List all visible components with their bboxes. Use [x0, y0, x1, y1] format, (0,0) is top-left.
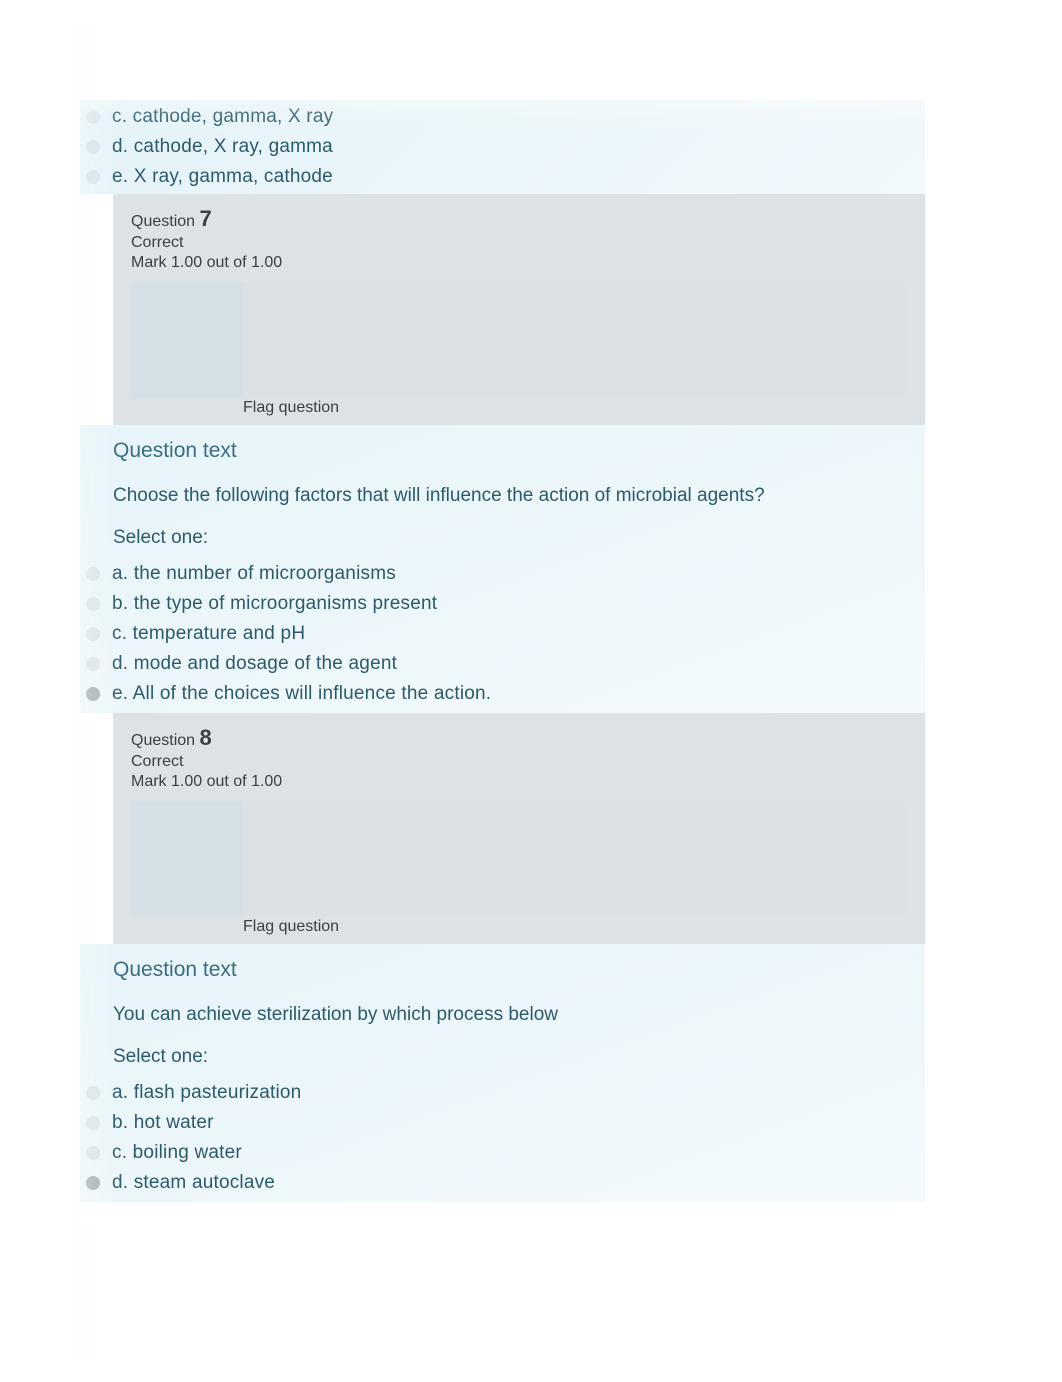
- option-label: b. hot water: [112, 1112, 214, 1134]
- radio-icon[interactable]: [86, 110, 100, 124]
- question-mark: Mark 1.00 out of 1.00: [131, 773, 907, 791]
- question-status: Correct: [131, 753, 907, 771]
- option-label: e. X ray, gamma, cathode: [112, 166, 333, 188]
- flag-question-link[interactable]: Flag question: [243, 399, 339, 417]
- option-label: d. cathode, X ray, gamma: [112, 136, 333, 158]
- radio-icon[interactable]: [86, 170, 100, 184]
- flag-box-right: [243, 282, 907, 397]
- flag-row[interactable]: Flag question: [131, 916, 907, 944]
- option-label: e. All of the choices will influence the…: [112, 683, 491, 705]
- option-row[interactable]: c. cathode, gamma, X ray: [80, 102, 925, 132]
- option-label: a. flash pasteurization: [112, 1082, 301, 1104]
- option-row[interactable]: b. the type of microorganisms present: [80, 589, 925, 619]
- question-body: Question text You can achieve sterilizat…: [80, 944, 925, 1202]
- option-row[interactable]: c. temperature and pH: [80, 619, 925, 649]
- radio-icon[interactable]: [86, 1116, 100, 1130]
- option-label: d. mode and dosage of the agent: [112, 653, 397, 675]
- radio-icon[interactable]: [86, 597, 100, 611]
- radio-icon[interactable]: [86, 687, 100, 701]
- radio-icon[interactable]: [86, 140, 100, 154]
- option-row[interactable]: d. cathode, X ray, gamma: [80, 132, 925, 162]
- option-row[interactable]: b. hot water: [80, 1108, 925, 1138]
- flag-row[interactable]: Flag question: [131, 397, 907, 425]
- question-prompt: You can achieve sterilization by which p…: [80, 1004, 925, 1026]
- radio-icon[interactable]: [86, 627, 100, 641]
- option-label: c. boiling water: [112, 1142, 242, 1164]
- option-row[interactable]: c. boiling water: [80, 1138, 925, 1168]
- option-row[interactable]: a. flash pasteurization: [80, 1078, 925, 1108]
- question-number: 7: [199, 206, 211, 231]
- question-header: Question 7 Correct Mark 1.00 out of 1.00…: [113, 194, 925, 425]
- option-row[interactable]: d. mode and dosage of the agent: [80, 649, 925, 679]
- question-label: Question: [131, 732, 199, 749]
- option-label: c. cathode, gamma, X ray: [112, 106, 333, 128]
- question-text-heading: Question text: [80, 958, 925, 982]
- select-one-label: Select one:: [80, 527, 925, 549]
- question-header: Question 8 Correct Mark 1.00 out of 1.00…: [113, 713, 925, 944]
- question-body: Question text Choose the following facto…: [80, 425, 925, 713]
- select-one-label: Select one:: [80, 1046, 925, 1068]
- flag-box-left: [131, 801, 243, 916]
- option-label: c. temperature and pH: [112, 623, 305, 645]
- question-text-heading: Question text: [80, 439, 925, 463]
- option-label: d. steam autoclave: [112, 1172, 275, 1194]
- option-row[interactable]: a. the number of microorganisms: [80, 559, 925, 589]
- flag-box-right: [243, 801, 907, 916]
- question-label: Question: [131, 213, 199, 230]
- radio-icon[interactable]: [86, 567, 100, 581]
- question-number-line: Question 7: [131, 206, 907, 232]
- option-label: a. the number of microorganisms: [112, 563, 396, 585]
- flag-box-left: [131, 282, 243, 397]
- flag-zone: [131, 801, 907, 916]
- option-row[interactable]: e. All of the choices will influence the…: [80, 679, 925, 709]
- flag-question-link[interactable]: Flag question: [243, 918, 339, 936]
- radio-icon[interactable]: [86, 657, 100, 671]
- partial-options-block: c. cathode, gamma, X ray d. cathode, X r…: [80, 100, 925, 194]
- option-row[interactable]: e. X ray, gamma, cathode: [80, 162, 925, 192]
- radio-icon[interactable]: [86, 1086, 100, 1100]
- question-status: Correct: [131, 234, 907, 252]
- flag-zone: [131, 282, 907, 397]
- question-mark: Mark 1.00 out of 1.00: [131, 254, 907, 272]
- question-number: 8: [199, 725, 211, 750]
- option-row[interactable]: d. steam autoclave: [80, 1168, 925, 1198]
- radio-icon[interactable]: [86, 1176, 100, 1190]
- radio-icon[interactable]: [86, 1146, 100, 1160]
- question-prompt: Choose the following factors that will i…: [80, 485, 925, 507]
- option-label: b. the type of microorganisms present: [112, 593, 437, 615]
- question-number-line: Question 8: [131, 725, 907, 751]
